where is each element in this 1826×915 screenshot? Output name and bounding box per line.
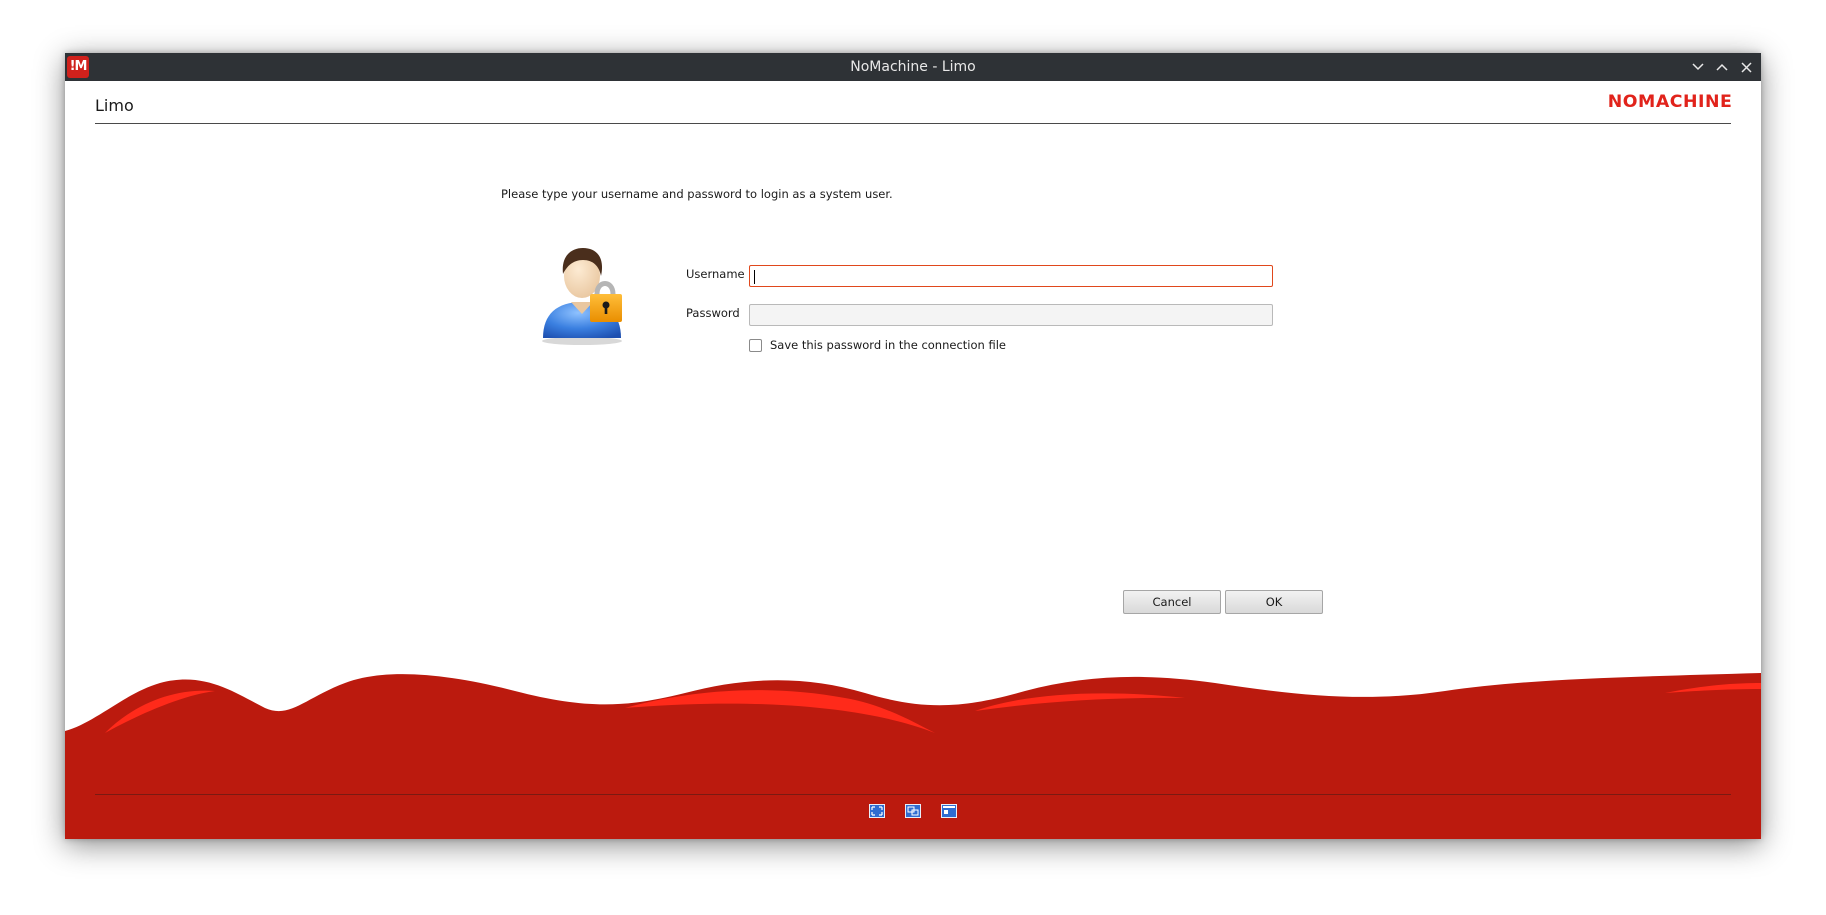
footer-toolbar	[65, 804, 1761, 818]
maximize-button[interactable]	[1713, 58, 1731, 76]
footer-divider	[95, 794, 1731, 795]
monitors-icon	[907, 806, 919, 816]
page-header: Limo NOMACHINE	[95, 81, 1733, 124]
login-instruction: Please type your username and password t…	[501, 187, 893, 201]
nomachine-window: !M NoMachine - Limo Limo NOMACHINE Pleas…	[65, 53, 1761, 839]
password-label: Password	[686, 306, 740, 320]
ok-button[interactable]: OK	[1225, 590, 1323, 614]
close-icon	[1740, 61, 1752, 73]
minimize-button[interactable]	[1689, 58, 1707, 76]
user-lock-icon	[542, 248, 622, 345]
username-input[interactable]	[749, 265, 1273, 287]
username-label: Username	[686, 267, 745, 281]
chevron-down-icon	[1692, 63, 1704, 71]
save-password-label[interactable]: Save this password in the connection fil…	[770, 338, 1006, 352]
cancel-button[interactable]: Cancel	[1123, 590, 1221, 614]
title-bar[interactable]: !M NoMachine - Limo	[65, 53, 1761, 81]
text-caret	[754, 270, 755, 284]
window-controls	[1689, 53, 1755, 81]
window-icon[interactable]	[941, 804, 957, 818]
window-title: NoMachine - Limo	[850, 59, 976, 75]
display-settings-icon[interactable]	[905, 804, 921, 818]
fullscreen-icon[interactable]	[869, 804, 885, 818]
chevron-up-icon	[1716, 63, 1728, 71]
fullscreen-arrows-icon	[871, 806, 883, 816]
password-input[interactable]	[749, 304, 1273, 326]
connection-name: Limo	[95, 96, 134, 115]
window-mode-icon	[943, 806, 955, 814]
close-button[interactable]	[1737, 58, 1755, 76]
nomachine-logo: NOMACHINE	[1607, 92, 1733, 112]
save-password-checkbox[interactable]	[749, 339, 762, 352]
